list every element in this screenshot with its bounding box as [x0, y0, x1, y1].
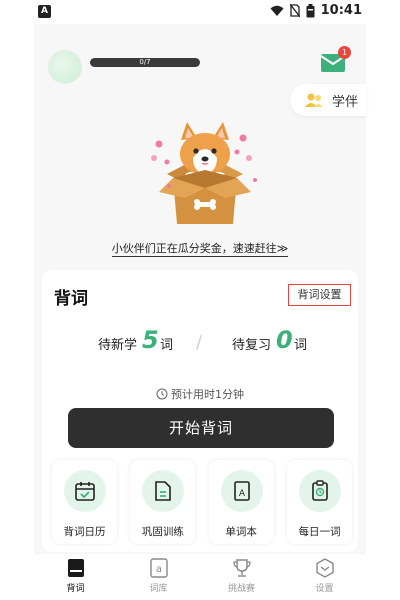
tab-challenge-label: 挑战赛 [227, 584, 255, 594]
clock: 10:41 [320, 3, 362, 18]
no-sim-icon [289, 4, 300, 17]
calendar-check-icon [75, 482, 95, 501]
review-words-count: 0 [276, 326, 293, 354]
tab-word-library-label: 词库 [149, 584, 168, 594]
stats-row: 待新学 5 词 / 待复习 0 词 [42, 326, 358, 358]
avatar[interactable] [48, 50, 82, 84]
companion-icon [305, 93, 323, 107]
companion-label: 学伴 [332, 94, 359, 110]
wordbook-icon: A [233, 481, 250, 501]
review-words-label: 待复习 [232, 338, 272, 353]
feature-daily-word-label: 每日一词 [298, 526, 341, 538]
tab-settings-label: 设置 [315, 584, 334, 594]
feature-review-training-label: 巩固训练 [141, 526, 184, 538]
wifi-icon [270, 5, 284, 16]
estimated-time-text: 预计用时1分钟 [171, 388, 244, 401]
new-words-label: 待新学 [98, 338, 138, 353]
tab-challenge[interactable]: 挑战赛 [200, 554, 283, 600]
feature-calendar[interactable]: 背词日历 [52, 460, 117, 544]
tab-study-label: 背词 [66, 584, 85, 594]
feature-wordbook[interactable]: A 单词本 [208, 460, 274, 544]
daily-word-icon [312, 480, 328, 501]
mail-button[interactable]: 1 [320, 46, 351, 76]
book-icon [67, 559, 84, 577]
tab-word-library[interactable]: a 词库 [117, 554, 200, 600]
companion-button[interactable]: 学伴 [290, 84, 366, 116]
document-icon [155, 481, 172, 501]
promo-text[interactable]: 小伙伴们正在瓜分奖金，速速赶往≫ [111, 242, 289, 257]
promo-link[interactable]: 小伙伴们正在瓜分奖金，速速赶往≫ [34, 240, 366, 257]
new-words-count: 5 [142, 326, 159, 354]
bottom-tab-bar: 背词 a 词库 挑战赛 设置 [34, 554, 366, 600]
status-icons: 10:41 [270, 3, 362, 18]
feature-daily-word[interactable]: 每日一词 [286, 460, 352, 544]
card-title: 背词 [54, 289, 88, 309]
stats-divider: / [196, 332, 203, 353]
estimated-time: 预计用时1分钟 [42, 386, 358, 402]
word-library-icon: a [149, 558, 168, 578]
settings-icon [315, 558, 334, 578]
app-screen: A 10:41 0/7 1 学伴 小伙伴们正在瓜分奖金，速速赶往≫ 背词 背词设… [0, 0, 400, 600]
start-study-button[interactable]: 开始背词 [68, 408, 334, 448]
svg-text:A: A [239, 489, 246, 499]
progress-text: 0/7 [139, 58, 151, 66]
feature-wordbook-label: 单词本 [225, 526, 257, 538]
battery-icon [306, 3, 315, 17]
feature-grid: 背词日历 巩固训练 A 单词本 每日一词 [52, 460, 352, 544]
notification-badge: 1 [338, 46, 351, 59]
mascot-illustration[interactable] [145, 118, 265, 230]
notification-app-icon: A [38, 5, 51, 18]
svg-text:a: a [155, 564, 161, 575]
trophy-icon [232, 559, 251, 577]
new-words-unit: 词 [160, 338, 174, 353]
review-words-unit: 词 [294, 338, 308, 353]
feature-review-training[interactable]: 巩固训练 [130, 460, 196, 544]
study-settings-button[interactable]: 背词设置 [288, 284, 351, 306]
status-bar: A 10:41 [0, 0, 400, 24]
tab-study[interactable]: 背词 [34, 554, 117, 600]
tab-settings[interactable]: 设置 [283, 554, 366, 600]
feature-calendar-label: 背词日历 [63, 526, 106, 538]
study-card: 背词 背词设置 待新学 5 词 / 待复习 0 词 预计用时1分钟 开始背词 背… [42, 270, 358, 552]
clock-icon [156, 388, 168, 400]
